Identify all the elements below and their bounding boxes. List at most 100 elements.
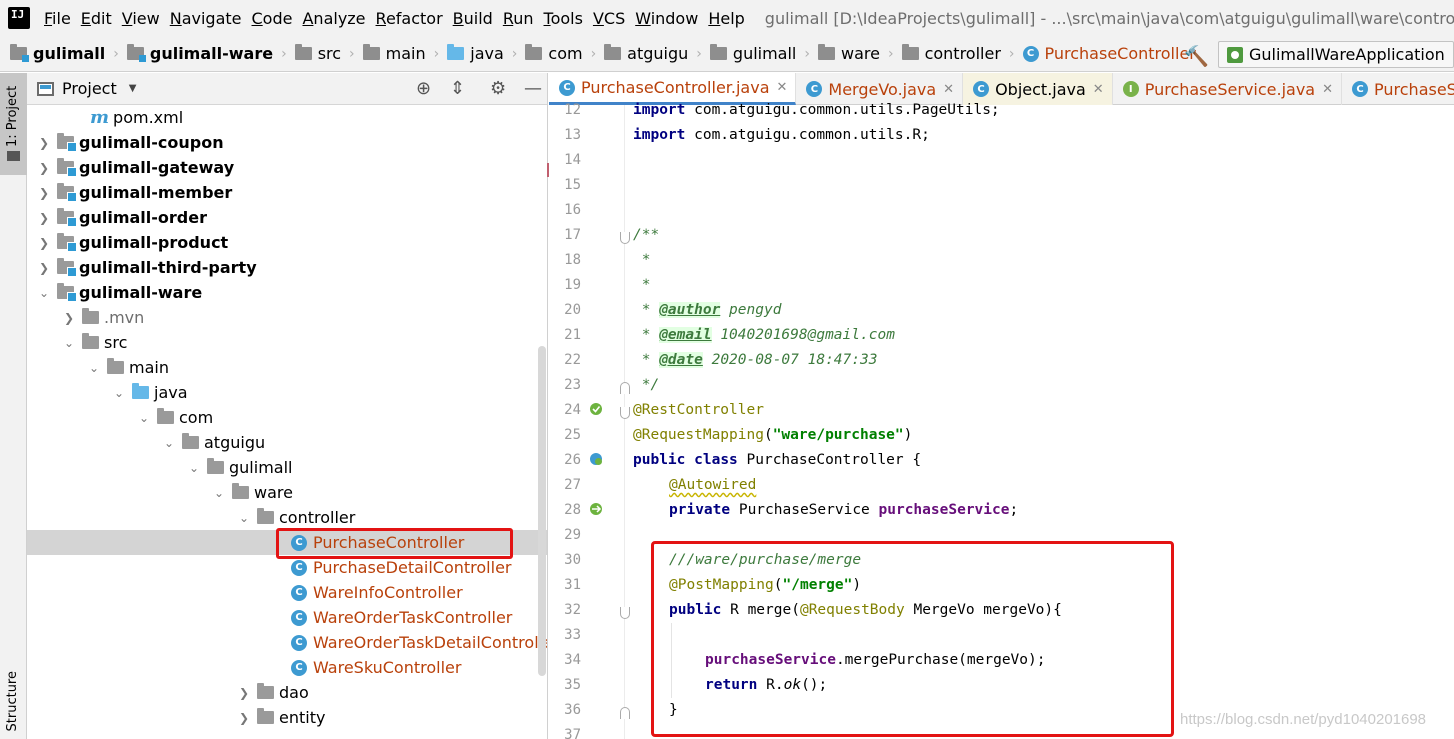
- tree-item-gulimall[interactable]: ⌄ gulimall: [27, 455, 547, 480]
- fold-marker-icon[interactable]: [620, 232, 630, 244]
- tree-item-controller[interactable]: ⌄ controller: [27, 505, 547, 530]
- tree-item-pom[interactable]: m pom.xml: [27, 105, 547, 130]
- tool-tab-structure[interactable]: Structure: [5, 671, 20, 731]
- fold-marker-icon[interactable]: [620, 607, 630, 619]
- tree-item-gateway[interactable]: ❯ gulimall-gateway: [27, 155, 547, 180]
- menu-analyze[interactable]: Analyze: [302, 9, 374, 28]
- menu-bar: IJ File Edit View Navigate Code Analyze …: [0, 0, 1454, 36]
- breadcrumb-purchase-controller[interactable]: C PurchaseController: [1022, 44, 1196, 63]
- menu-view[interactable]: View: [122, 9, 169, 28]
- close-icon[interactable]: ✕: [943, 82, 954, 97]
- line-number: 37: [564, 727, 581, 739]
- build-hammer-icon[interactable]: 🔨: [1184, 44, 1209, 68]
- tree-item-third-party[interactable]: ❯ gulimall-third-party: [27, 255, 547, 280]
- chevron-right-icon[interactable]: ❯: [37, 161, 51, 175]
- tree-item-java[interactable]: ⌄ java: [27, 380, 547, 405]
- tree-item-dao[interactable]: ❯ dao: [27, 680, 547, 705]
- breadcrumb-src[interactable]: src: [294, 44, 341, 63]
- chevron-down-icon[interactable]: ⌄: [187, 461, 201, 475]
- chevron-down-icon[interactable]: ⌄: [162, 436, 176, 450]
- menu-navigate[interactable]: Navigate: [170, 9, 251, 28]
- tab-purchase-service-impl[interactable]: C PurchaseServiceIm: [1342, 73, 1454, 105]
- tree-item-atguigu[interactable]: ⌄ atguigu: [27, 430, 547, 455]
- tree-item-entity[interactable]: ❯ entity: [27, 705, 547, 730]
- tree-item-main[interactable]: ⌄ main: [27, 355, 547, 380]
- run-configuration-select[interactable]: GulimallWareApplication: [1218, 41, 1454, 68]
- breadcrumb-gulimall-pkg[interactable]: gulimall: [709, 44, 796, 63]
- menu-code[interactable]: Code: [252, 9, 302, 28]
- menu-refactor[interactable]: Refactor: [376, 9, 452, 28]
- breadcrumb-com[interactable]: com: [525, 44, 583, 63]
- line-number: 20: [564, 302, 581, 318]
- fold-marker-icon[interactable]: [620, 407, 630, 419]
- module-folder-icon: [57, 133, 77, 152]
- menu-file[interactable]: File: [44, 9, 80, 28]
- chevron-down-icon[interactable]: ⌄: [237, 511, 251, 525]
- fold-marker-icon[interactable]: [620, 382, 630, 394]
- breadcrumb-separator: ›: [511, 45, 518, 62]
- chevron-down-icon[interactable]: ▼: [129, 83, 137, 94]
- breadcrumb-main[interactable]: main: [362, 44, 426, 63]
- menu-vcs[interactable]: VCS: [593, 9, 634, 28]
- close-icon[interactable]: ✕: [777, 80, 788, 95]
- spring-class-gutter-icon[interactable]: [589, 452, 603, 466]
- menu-window[interactable]: Window: [635, 9, 707, 28]
- tree-item-ware-info-controller[interactable]: C WareInfoController: [27, 580, 547, 605]
- project-panel-title[interactable]: Project: [62, 79, 117, 98]
- hide-panel-icon[interactable]: —: [524, 78, 542, 99]
- gear-icon[interactable]: ⚙: [490, 78, 506, 99]
- chevron-right-icon[interactable]: ❯: [37, 186, 51, 200]
- tree-item-ware-order-task-detail-controller[interactable]: C WareOrderTaskDetailController: [27, 630, 547, 655]
- tree-item-order[interactable]: ❯ gulimall-order: [27, 205, 547, 230]
- chevron-down-icon[interactable]: ⌄: [87, 361, 101, 375]
- chevron-down-icon[interactable]: ⌄: [112, 386, 126, 400]
- menu-help[interactable]: Help: [708, 9, 753, 28]
- breadcrumb-gulimall-ware[interactable]: gulimall-ware: [126, 44, 273, 63]
- line-number: 18: [564, 252, 581, 268]
- chevron-right-icon[interactable]: ❯: [37, 211, 51, 225]
- chevron-down-icon[interactable]: ⌄: [62, 336, 76, 350]
- chevron-right-icon[interactable]: ❯: [37, 136, 51, 150]
- tree-item-src[interactable]: ⌄ src: [27, 330, 547, 355]
- class-icon: C: [973, 81, 990, 97]
- menu-build[interactable]: Build: [453, 9, 502, 28]
- menu-edit[interactable]: Edit: [81, 9, 121, 28]
- tab-purchase-service[interactable]: I PurchaseService.java ✕: [1113, 73, 1343, 105]
- autowired-gutter-icon[interactable]: [589, 502, 603, 516]
- tree-item-ware-sku-controller[interactable]: C WareSkuController: [27, 655, 547, 680]
- code-line-19: *: [633, 277, 651, 293]
- chevron-right-icon[interactable]: ❯: [62, 311, 76, 325]
- chevron-right-icon[interactable]: ❯: [37, 261, 51, 275]
- menu-tools[interactable]: Tools: [544, 9, 592, 28]
- tree-item-coupon[interactable]: ❯ gulimall-coupon: [27, 130, 547, 155]
- spring-bean-gutter-icon[interactable]: [589, 402, 603, 416]
- breadcrumb-gulimall[interactable]: gulimall: [10, 44, 105, 63]
- tree-item-member[interactable]: ❯ gulimall-member: [27, 180, 547, 205]
- line-number: 29: [564, 527, 581, 543]
- chevron-down-icon[interactable]: ⌄: [137, 411, 151, 425]
- tree-item-ware[interactable]: ⌄ gulimall-ware: [27, 280, 547, 305]
- breadcrumb-atguigu[interactable]: atguigu: [604, 44, 688, 63]
- menu-run[interactable]: Run: [503, 9, 543, 28]
- tree-scrollbar[interactable]: [538, 346, 546, 676]
- breadcrumb-ware[interactable]: ware: [817, 44, 880, 63]
- close-icon[interactable]: ✕: [1093, 82, 1104, 97]
- breadcrumb-controller[interactable]: controller: [901, 44, 1001, 63]
- chevron-down-icon[interactable]: ⌄: [37, 286, 51, 300]
- tree-item-ware-pkg[interactable]: ⌄ ware: [27, 480, 547, 505]
- tree-item-com[interactable]: ⌄ com: [27, 405, 547, 430]
- tree-item-product[interactable]: ❯ gulimall-product: [27, 230, 547, 255]
- fold-marker-icon[interactable]: [620, 707, 630, 719]
- breadcrumb-java[interactable]: java: [447, 44, 504, 63]
- chevron-right-icon[interactable]: ❯: [37, 236, 51, 250]
- tool-tab-project[interactable]: 1: Project: [0, 73, 27, 175]
- tree-item-mvn[interactable]: ❯ .mvn: [27, 305, 547, 330]
- locate-crosshair-icon[interactable]: ⊕: [416, 78, 431, 99]
- close-icon[interactable]: ✕: [1322, 82, 1333, 97]
- collapse-all-icon[interactable]: ⇕: [450, 78, 465, 99]
- chevron-right-icon[interactable]: ❯: [237, 711, 251, 725]
- package-icon: [604, 44, 622, 60]
- chevron-right-icon[interactable]: ❯: [237, 686, 251, 700]
- chevron-down-icon[interactable]: ⌄: [212, 486, 226, 500]
- tree-item-ware-order-task-controller[interactable]: C WareOrderTaskController: [27, 605, 547, 630]
